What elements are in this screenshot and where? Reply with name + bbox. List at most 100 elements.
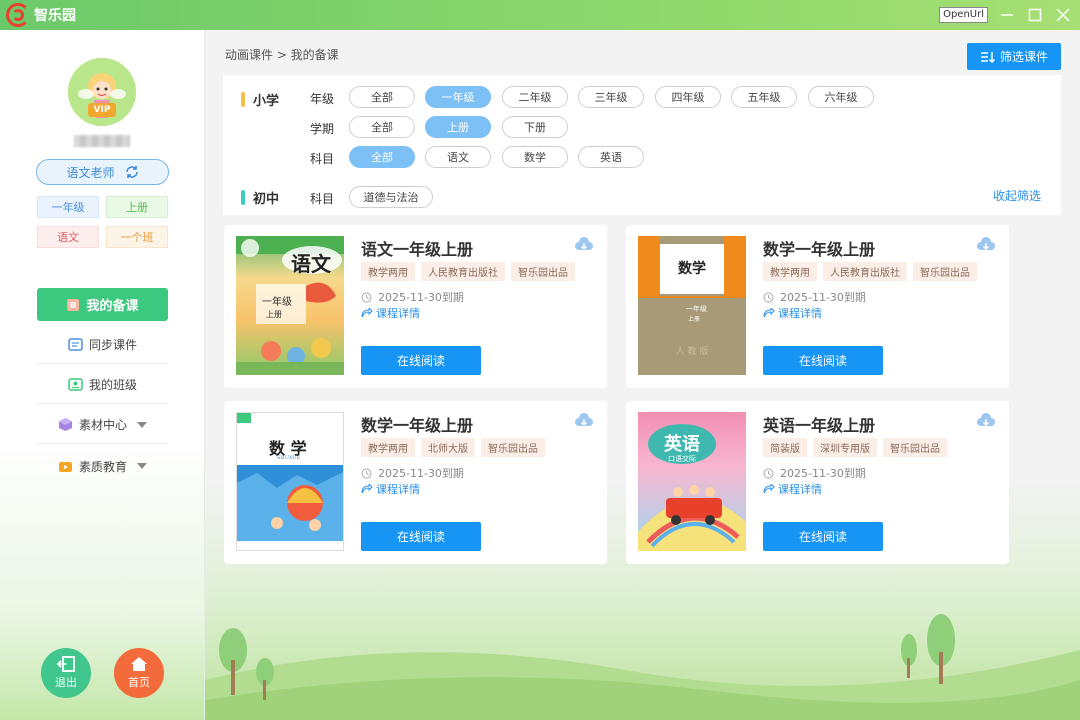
course-tags: 教学两用 人民教育出版社 智乐园出品 (763, 262, 977, 281)
app-logo-icon (6, 3, 30, 27)
menu-label: 我的备课 (86, 299, 139, 314)
course-detail-link[interactable]: 课程详情 (361, 305, 420, 321)
tag-grade: 一年级 (37, 196, 99, 218)
home-icon (131, 657, 147, 671)
course-tag: 深圳专用版 (813, 438, 877, 457)
tag-subject: 语文 (37, 226, 99, 248)
cover-title: 英语 (664, 434, 700, 455)
detail-icon (763, 483, 775, 493)
course-card: 英语 口语交际 英语一年级上册 简装版 深圳专用版 智乐园出品 2025-11-… (626, 401, 1009, 564)
grade-option-3[interactable]: 三年级 (578, 86, 644, 108)
svg-text:人 教 版: 人 教 版 (676, 345, 709, 357)
clock-icon (361, 468, 372, 478)
course-tag: 教学两用 (763, 262, 817, 281)
term-option-first[interactable]: 上册 (425, 116, 491, 138)
menu-material-center[interactable]: 素材中心 (37, 406, 168, 444)
grade-option-5[interactable]: 五年级 (731, 86, 797, 108)
course-detail-link[interactable]: 课程详情 (763, 481, 822, 497)
grade-option-2[interactable]: 二年级 (502, 86, 568, 108)
course-card: 数 学 SHUXUE 数学一年级上册 教学两用 北师大版 智乐园出品 2025-… (224, 401, 607, 564)
course-detail-link[interactable]: 课程详情 (763, 305, 822, 321)
courseware-icon (68, 338, 83, 351)
menu-my-class[interactable]: 我的班级 (37, 366, 168, 404)
course-expire: 2025-11-30到期 (763, 289, 866, 305)
read-online-button[interactable]: 在线阅读 (763, 522, 883, 551)
detail-icon (763, 307, 775, 317)
cloud-download-icon[interactable] (574, 413, 594, 432)
course-tag: 人民教育出版社 (823, 262, 907, 281)
exit-label: 退出 (55, 676, 77, 689)
clock-icon (763, 468, 774, 478)
read-online-button[interactable]: 在线阅读 (763, 346, 883, 375)
subject-option-math[interactable]: 数学 (502, 146, 568, 168)
read-online-button[interactable]: 在线阅读 (361, 346, 481, 375)
book-cover[interactable]: 人 教 版 数学 一年级 上册 (638, 236, 746, 375)
grade-option-all[interactable]: 全部 (349, 86, 415, 108)
home-button[interactable]: 首页 (114, 648, 164, 698)
middle-subject-label: 科目 (310, 192, 335, 206)
book-cover[interactable]: 英语 口语交际 (638, 412, 746, 551)
cover-title: 数学 (678, 261, 706, 277)
clock-icon (763, 292, 774, 302)
course-tag: 教学两用 (361, 262, 415, 281)
detail-text: 课程详情 (376, 483, 420, 496)
menu-label: 素质教育 (78, 459, 127, 474)
menu-my-lessons[interactable]: 我的备课 (37, 288, 168, 321)
detail-text: 课程详情 (778, 307, 822, 320)
course-tag: 北师大版 (421, 438, 475, 457)
course-expire: 2025-11-30到期 (361, 465, 464, 481)
filter-courseware-button[interactable]: 筛选课件 (967, 43, 1061, 70)
home-label: 首页 (128, 676, 150, 689)
course-tags: 简装版 深圳专用版 智乐园出品 (763, 438, 947, 457)
sidebar: VIP 语文老师 一年级 上册 语文 一个班 我的备课 同步课件 我的班级 素材… (0, 30, 205, 720)
exit-button[interactable]: 退出 (41, 648, 91, 698)
middle-subject-option-morality[interactable]: 道德与法治 (349, 186, 433, 208)
term-option-second[interactable]: 下册 (502, 116, 568, 138)
filter-sort-icon (980, 51, 995, 63)
cover-term: 上册 (266, 310, 282, 319)
grade-option-6[interactable]: 六年级 (808, 86, 874, 108)
cover-title: 语文 (291, 252, 331, 276)
course-detail-link[interactable]: 课程详情 (361, 481, 420, 497)
subject-option-chinese[interactable]: 语文 (425, 146, 491, 168)
close-icon[interactable] (1054, 6, 1072, 24)
grade-label: 年级 (310, 92, 335, 106)
course-title: 语文一年级上册 (361, 240, 474, 259)
vip-badge: VIP (88, 103, 116, 117)
cloud-download-icon[interactable] (976, 237, 996, 256)
role-switch-button[interactable]: 语文老师 (36, 159, 169, 185)
section-primary: 小学 (241, 90, 279, 109)
term-option-all[interactable]: 全部 (349, 116, 415, 138)
cover-pinyin: SHUXUE (277, 455, 301, 461)
subject-option-english[interactable]: 英语 (578, 146, 644, 168)
subject-option-all[interactable]: 全部 (349, 146, 415, 168)
tv-icon (58, 461, 72, 472)
cloud-download-icon[interactable] (976, 413, 996, 432)
cloud-download-icon[interactable] (574, 237, 594, 256)
menu-label: 同步课件 (88, 338, 137, 352)
main-content: 动画课件 > 我的备课 筛选课件 小学 年级 全部 一年级 二年级 三年级 四年… (205, 30, 1080, 720)
grade-option-4[interactable]: 四年级 (655, 86, 721, 108)
exit-icon (57, 656, 75, 672)
course-tag: 智乐园出品 (481, 438, 545, 457)
menu-label: 素材中心 (78, 418, 127, 432)
maximize-icon[interactable] (1026, 6, 1044, 24)
menu-sync-courseware[interactable]: 同步课件 (37, 326, 168, 364)
detail-icon (361, 483, 373, 493)
minimize-icon[interactable] (998, 6, 1016, 24)
avatar[interactable]: VIP (68, 58, 136, 126)
book-icon (67, 298, 80, 311)
filter-panel: 小学 年级 全部 一年级 二年级 三年级 四年级 五年级 六年级 学期 全部 上… (223, 75, 1061, 215)
book-cover[interactable]: 数 学 SHUXUE (236, 412, 344, 551)
role-label: 语文老师 (66, 165, 115, 180)
grade-option-1[interactable]: 一年级 (425, 86, 491, 108)
breadcrumb: 动画课件 > 我的备课 (225, 48, 339, 62)
collapse-filter-link[interactable]: 收起筛选 (993, 187, 1041, 204)
chevron-down-icon (137, 421, 147, 428)
menu-quality-education[interactable]: 素质教育 (37, 447, 168, 485)
course-tag: 简装版 (763, 438, 807, 457)
openurl-button[interactable]: OpenUrl (939, 7, 988, 23)
title-bar: 智乐园 OpenUrl (0, 0, 1080, 30)
read-online-button[interactable]: 在线阅读 (361, 522, 481, 551)
book-cover[interactable]: 语文 一年级 上册 (236, 236, 344, 375)
